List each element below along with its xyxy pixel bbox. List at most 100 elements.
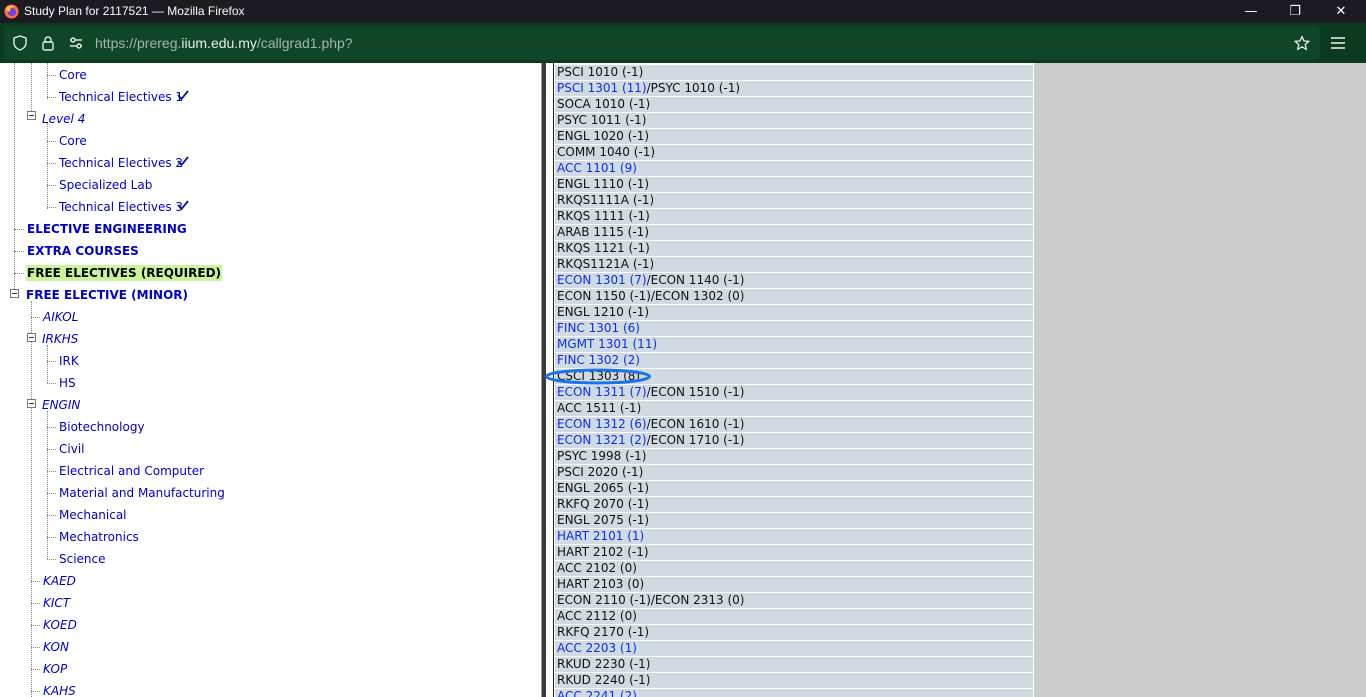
collapse-irkhs-toggle[interactable] [27,333,36,342]
tree-item-koed[interactable]: KOED [43,617,77,633]
course-link[interactable]: FINC 1302 (2) [557,353,640,367]
course-row: ACC 2112 (0) [555,609,1033,625]
hamburger-menu-icon[interactable] [1328,33,1348,53]
tree-item-mechatronics[interactable]: Mechatronics [59,529,139,545]
completed-check-icon [177,200,189,210]
course-row: RKUD 2230 (-1) [555,657,1033,673]
course-text: COMM 1040 (-1) [557,145,656,159]
course-link[interactable]: ACC 2203 (1) [557,641,637,655]
tracking-protection-shield-icon[interactable] [12,35,28,51]
course-link[interactable]: ECON 1321 (2) [557,433,647,447]
course-text: /ECON 1610 (-1) [646,417,745,431]
tree-item-level-4[interactable]: Level 4 [42,111,85,127]
tree-item-mechanical[interactable]: Mechanical [59,507,127,523]
course-link[interactable]: MGMT 1301 (11) [557,337,657,351]
tree-item-technical-electives-3[interactable]: Technical Electives 3 [59,199,183,215]
bookmark-star-icon[interactable] [1294,35,1310,51]
tree-connector [47,471,56,472]
annotation-circle [545,368,651,385]
navigation-toolbar: https://prereg.iium.edu.my/callgrad1.php… [0,23,1366,63]
tree-item-material-and-manufacturing[interactable]: Material and Manufacturing [59,485,225,501]
tree-item-biotechnology[interactable]: Biotechnology [59,419,145,435]
tree-item-hs[interactable]: HS [59,375,76,391]
tree-connector [47,537,56,538]
course-text: ECON 2110 (-1)/ECON 2313 (0) [557,593,745,607]
tree-item-irk[interactable]: IRK [59,353,79,369]
course-text: RKQS1121A (-1) [557,257,655,271]
course-row: ECON 1301 (7)/ECON 1140 (-1) [555,273,1033,289]
tree-item-irkhs[interactable]: IRKHS [42,331,78,347]
course-text: ACC 2102 (0) [557,561,637,575]
collapse-engin-toggle[interactable] [27,399,36,408]
tree-connector [47,345,48,383]
tree-item-elective-engineering[interactable]: ELECTIVE ENGINEERING [27,221,187,237]
tree-item-kon[interactable]: KON [43,639,69,655]
tree-item-core[interactable]: Core [59,133,87,149]
course-link[interactable]: ACC 1101 (9) [557,161,637,175]
course-text: /ECON 1510 (-1) [646,385,745,399]
tree-connector [31,317,40,318]
course-row: ENGL 2065 (-1) [555,481,1033,497]
tree-item-kict[interactable]: KICT [43,595,70,611]
tree-connector [47,559,56,560]
minimize-button[interactable]: — [1228,0,1274,23]
tree-connector [31,625,40,626]
collapse-level-4-toggle[interactable] [27,111,36,120]
tree-item-engin[interactable]: ENGIN [42,397,80,413]
course-row: RKQS1121A (-1) [555,257,1033,273]
course-row: RKFQ 2170 (-1) [555,625,1033,641]
tree-item-kop[interactable]: KOP [43,661,67,677]
course-text: SOCA 1010 (-1) [557,97,651,111]
course-text: RKQS 1111 (-1) [557,209,650,223]
tree-item-civil[interactable]: Civil [59,441,84,457]
collapse-free-elective-minor-toggle[interactable] [10,289,19,298]
course-text: RKQS1111A (-1) [557,193,655,207]
restore-button[interactable]: ❐ [1272,0,1318,23]
course-row: PSCI 1301 (11)/PSYC 1010 (-1) [555,81,1033,97]
course-list-pane: PSCI 1010 (-1) PSCI 1301 (11)/PSYC 1010 (… [546,63,1366,697]
tree-item-free-elective-minor[interactable]: FREE ELECTIVE (MINOR) [26,287,188,303]
tree-item-aikol[interactable]: AIKOL [43,309,78,325]
course-text: ENGL 1210 (-1) [557,305,650,319]
tree-item-extra-courses[interactable]: EXTRA COURSES [27,243,139,259]
url-text[interactable]: https://prereg.iium.edu.my/callgrad1.php… [95,34,353,52]
tree-item-kaed[interactable]: KAED [43,573,76,589]
course-text: ACC 2112 (0) [557,609,637,623]
firefox-logo-icon [4,4,19,19]
course-row: ACC 2102 (0) [555,561,1033,577]
permissions-icon[interactable] [68,35,84,51]
course-row: PSCI 2020 (-1) [555,465,1033,481]
close-button[interactable]: ✕ [1318,0,1364,23]
course-row: ARAB 1115 (-1) [555,225,1033,241]
course-link[interactable]: ECON 1312 (6) [557,417,647,431]
tree-item-kahs[interactable]: KAHS [43,683,76,697]
url-bar[interactable]: https://prereg.iium.edu.my/callgrad1.php… [4,26,1320,60]
course-link[interactable]: ECON 1301 (7) [557,273,647,287]
url-prefix: https://prereg. [95,35,182,51]
lock-icon[interactable] [40,35,56,51]
course-row: RKFQ 2070 (-1) [555,497,1033,513]
tree-item-technical-electives-2[interactable]: Technical Electives 2 [59,155,183,171]
tree-item-core[interactable]: Core [59,67,87,83]
tree-item-electrical-and-computer[interactable]: Electrical and Computer [59,463,204,479]
course-row: ECON 2110 (-1)/ECON 2313 (0) [555,593,1033,609]
tree-connector [47,383,56,384]
course-link[interactable]: ACC 2241 (2) [557,689,637,697]
tree-item-technical-electives-1[interactable]: Technical Electives 1 [59,89,183,105]
course-text: PSYC 1011 (-1) [557,113,647,127]
url-path: /callgrad1.php? [256,35,353,51]
tree-connector [47,75,56,76]
course-link[interactable]: FINC 1301 (6) [557,321,640,335]
course-row: ACC 1101 (9) [555,161,1033,177]
course-row: ACC 2203 (1) [555,641,1033,657]
course-link[interactable]: ECON 1311 (7) [557,385,647,399]
tree-item-specialized-lab[interactable]: Specialized Lab [59,177,152,193]
course-text: HART 2102 (-1) [557,545,649,559]
course-text: ENGL 1020 (-1) [557,129,650,143]
tree-connector [14,63,15,295]
course-link[interactable]: PSCI 1301 (11) [557,81,647,95]
title-bar: Study Plan for 2117521 — Mozilla Firefox… [0,0,1366,23]
tree-item-science[interactable]: Science [59,551,106,567]
tree-item-free-electives-required[interactable]: FREE ELECTIVES (REQUIRED) [26,265,223,281]
course-link[interactable]: HART 2101 (1) [557,529,644,543]
